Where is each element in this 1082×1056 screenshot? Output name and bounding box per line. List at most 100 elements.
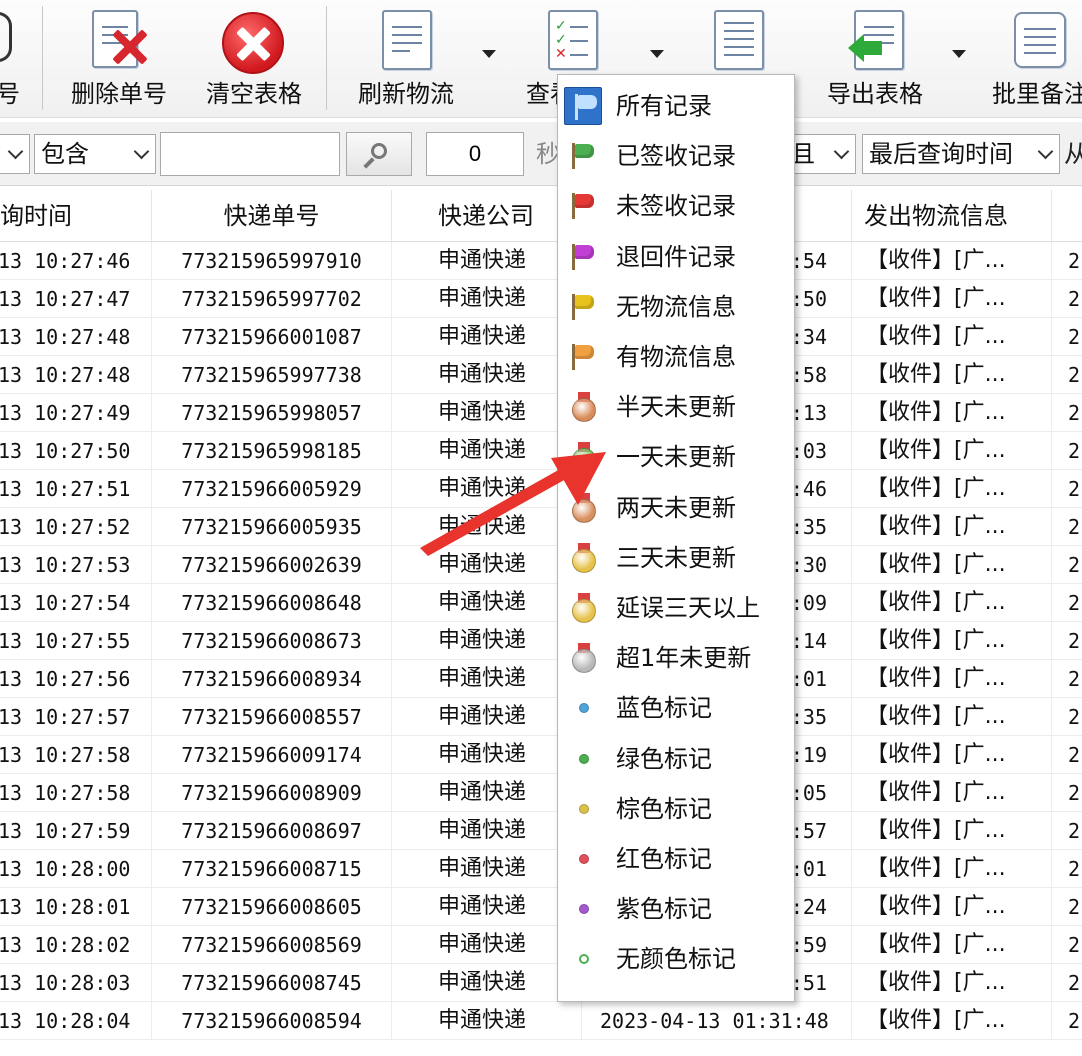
cell-courier: 申通快递 — [392, 356, 582, 394]
cell-tracking-number: 773215965998185 — [152, 432, 392, 470]
export-table-button[interactable]: 导出表格 — [818, 0, 932, 112]
field-select[interactable] — [0, 134, 30, 174]
menu-item[interactable]: 两天未更新 — [558, 483, 794, 533]
menu-item[interactable]: 所有记录 — [558, 81, 794, 131]
cell-extra: 2 — [1068, 667, 1081, 691]
table-row[interactable]: 13 10:27:58 773215966008909 申通快递:05 【收件】[广.… — [0, 774, 1082, 812]
view-dropdown-arrow[interactable] — [650, 50, 664, 58]
table-row[interactable]: 13 10:27:48 773215966001087 申通快递:34 【收件】[广.… — [0, 318, 1082, 356]
table-row[interactable]: 13 10:27:58 773215966009174 申通快递:19 【收件】[广.… — [0, 736, 1082, 774]
menu-item-label: 紫色标记 — [616, 895, 712, 924]
table-row[interactable]: 13 10:27:47 773215965997702 申通快递:50 【收件】[广.… — [0, 280, 1082, 318]
cell-tracking-number: 773215965997702 — [152, 280, 392, 318]
menu-item[interactable]: 半天未更新 — [558, 382, 794, 432]
table-row[interactable]: 13 10:27:56 773215966008934 申通快递:01 【收件】[广.… — [0, 660, 1082, 698]
cell-courier: 申通快递 — [392, 394, 582, 432]
menu-item[interactable]: 紫色标记 — [558, 884, 794, 934]
menu-item[interactable]: 棕色标记 — [558, 784, 794, 834]
cell-tracking-number: 773215966008557 — [152, 698, 392, 736]
table-row[interactable]: 13 10:27:49 773215965998057 申通快递:13 【收件】[广.… — [0, 394, 1082, 432]
menu-item[interactable]: 一天未更新 — [558, 432, 794, 482]
header-extra[interactable] — [1052, 190, 1082, 242]
table-row[interactable]: 13 10:28:00 773215966008715 申通快递:01 【收件】[广.… — [0, 850, 1082, 888]
menu-item[interactable]: 绿色标记 — [558, 734, 794, 784]
cell-tracking-number: 773215966008594 — [152, 1002, 392, 1040]
table-row[interactable]: 13 10:28:03 773215966008745 申通快递:51 【收件】[广.… — [0, 964, 1082, 1002]
cell-courier: 申通快递 — [392, 280, 582, 318]
menu-item[interactable]: 延误三天以上 — [558, 583, 794, 633]
cell-tracking-number: 773215966001087 — [152, 318, 392, 356]
table-row[interactable]: 13 10:28:01 773215966008605 申通快递:24 【收件】[广.… — [0, 888, 1082, 926]
cell-sent-info: 【收件】[广... — [852, 470, 1052, 508]
table-row[interactable]: 13 10:28:02 773215966008569 申通快递:59 【收件】[广.… — [0, 926, 1082, 964]
cell-query-time: 13 10:27:48 — [0, 318, 152, 356]
cell-extra: 2 — [1068, 971, 1081, 995]
table-row[interactable]: 13 10:27:52 773215966005935 申通快递:35 【收件】[广.… — [0, 508, 1082, 546]
cell-tracking-number: 773215966008673 — [152, 622, 392, 660]
cell-courier: 申通快递 — [392, 888, 582, 926]
table-row[interactable]: 13 10:27:48 773215965997738 申通快递:58 【收件】[广.… — [0, 356, 1082, 394]
cell-tracking-number: 773215966008934 — [152, 660, 392, 698]
table-row[interactable]: 13 10:28:04 773215966008594 申通快递 2023-04-13… — [0, 1002, 1082, 1040]
cell-sent-info: 【收件】[广... — [852, 432, 1052, 470]
cell-tracking-number: 773215966008745 — [152, 964, 392, 1002]
all-records-flag-icon — [564, 87, 602, 125]
table-row[interactable]: 13 10:27:59 773215966008697 申通快递:57 【收件】[广.… — [0, 812, 1082, 850]
menu-item[interactable]: 无颜色标记 — [558, 934, 794, 984]
menu-item[interactable]: 无物流信息 — [558, 282, 794, 332]
cell-extra: 2 — [1068, 819, 1081, 843]
cell-sent-info: 【收件】[广... — [852, 622, 1052, 660]
condition-select[interactable]: 包含 — [34, 134, 156, 174]
cell-query-time: 13 10:27:52 — [0, 508, 152, 546]
table-row[interactable]: 13 10:27:55 773215966008673 申通快递:14 【收件】[广.… — [0, 622, 1082, 660]
search-input[interactable] — [160, 132, 340, 176]
table-row[interactable]: 13 10:27:50 773215965998185 申通快递:03 【收件】[广.… — [0, 432, 1082, 470]
search-button[interactable] — [346, 132, 412, 176]
toolbar: 号 删除单号 清空表格 刷新物流 ✓ ✓ ✕ 查看 导出表格 批里备注 — [0, 0, 1082, 118]
menu-item[interactable]: 蓝色标记 — [558, 683, 794, 733]
header-courier[interactable]: 快递公司 — [392, 190, 582, 242]
table-row[interactable]: 13 10:27:57 773215966008557 申通快递:35 【收件】[广.… — [0, 698, 1082, 736]
header-sent-info[interactable]: 发出物流信息 — [852, 190, 1052, 242]
cell-query-time: 13 10:27:55 — [0, 622, 152, 660]
cell-extra: 2 — [1068, 401, 1081, 425]
menu-item[interactable]: 有物流信息 — [558, 332, 794, 382]
toolbar-separator — [42, 6, 43, 110]
refresh-dropdown-arrow[interactable] — [482, 50, 496, 58]
menu-item[interactable]: 已签收记录 — [558, 131, 794, 181]
header-tracking-number[interactable]: 快递单号 — [152, 190, 392, 242]
red-flag-icon — [570, 193, 596, 220]
cell-sent-info: 【收件】[广... — [852, 242, 1052, 280]
cell-sent-info: 【收件】[广... — [852, 698, 1052, 736]
table-row[interactable]: 13 10:27:51 773215966005929 申通快递:46 【收件】[广.… — [0, 470, 1082, 508]
bronze-medal-icon — [572, 392, 596, 423]
batch-note-button[interactable]: 批里备注 — [990, 0, 1082, 112]
cell-courier: 申通快递 — [392, 660, 582, 698]
header-query-time[interactable]: 询时间 — [0, 190, 152, 242]
clear-table-button[interactable]: 清空表格 — [196, 0, 312, 112]
cell-query-time: 13 10:27:59 — [0, 812, 152, 850]
table-row[interactable]: 13 10:27:54 773215966008648 申通快递:09 【收件】[广.… — [0, 584, 1082, 622]
refresh-logistics-button[interactable]: 刷新物流 — [346, 0, 466, 112]
menu-item[interactable]: 退回件记录 — [558, 232, 794, 282]
menu-item-label: 无颜色标记 — [616, 945, 736, 974]
menu-item[interactable]: 未签收记录 — [558, 181, 794, 231]
menu-item[interactable]: 超1年未更新 — [558, 633, 794, 683]
cell-extra: 2 — [1068, 933, 1081, 957]
refresh-logistics-label: 刷新物流 — [358, 80, 454, 108]
export-dropdown-arrow[interactable] — [952, 50, 966, 58]
cell-tracking-number: 773215966008715 — [152, 850, 392, 888]
table-row[interactable]: 13 10:27:46 773215965997910 申通快递:54 【收件】[广.… — [0, 242, 1082, 280]
menu-item[interactable]: 红色标记 — [558, 834, 794, 884]
menu-item-label: 无物流信息 — [616, 292, 736, 321]
cell-query-time: 13 10:28:03 — [0, 964, 152, 1002]
partial-toolbar-button[interactable]: 号 — [0, 0, 34, 112]
cell-sent-info: 【收件】[广... — [852, 774, 1052, 812]
cell-query-time: 13 10:27:57 — [0, 698, 152, 736]
green-flag-icon — [570, 143, 596, 170]
menu-item[interactable]: 三天未更新 — [558, 533, 794, 583]
time-field-select[interactable]: 最后查询时间 — [862, 134, 1060, 174]
table-row[interactable]: 13 10:27:53 773215966002639 申通快递:30 【收件】[广.… — [0, 546, 1082, 584]
delete-number-button[interactable]: 删除单号 — [62, 0, 176, 112]
seconds-input[interactable] — [426, 132, 524, 176]
